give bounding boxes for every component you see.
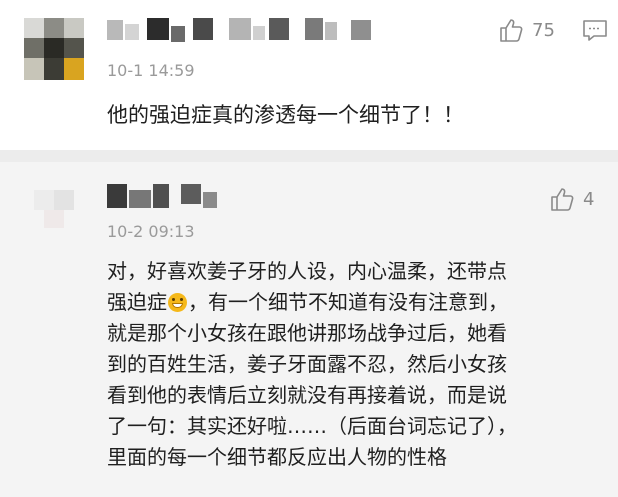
thumbs-up-icon bbox=[551, 188, 574, 211]
reply-button[interactable] bbox=[582, 19, 608, 47]
like-button[interactable]: 4 bbox=[549, 186, 594, 212]
comment-timestamp: 10-2 09:13 bbox=[107, 222, 195, 241]
comment-line: 看到他的表情后立刻就没有再接着说，而是说 bbox=[107, 383, 507, 407]
divider bbox=[0, 150, 618, 162]
thumbs-up-icon bbox=[500, 19, 523, 42]
comment-line: 了一句：其实还好啦……（后面台词忘记了）， bbox=[107, 414, 517, 438]
comment-line: 对，好喜欢姜子牙的人设，内心温柔，还带点 bbox=[107, 259, 507, 283]
avatar[interactable] bbox=[24, 18, 84, 80]
username[interactable] bbox=[107, 184, 227, 214]
grin-emoji-icon bbox=[168, 293, 187, 312]
avatar[interactable] bbox=[24, 176, 84, 236]
comment-line: 他的强迫症真的渗透每一个细节了！！ bbox=[107, 103, 464, 127]
comment-line: 强迫症 ，有一个细节不知道有没有注意到， bbox=[107, 287, 602, 318]
username[interactable] bbox=[107, 18, 387, 44]
comment-timestamp: 10-1 14:59 bbox=[107, 61, 195, 80]
comment-line: 到的百姓生活，姜子牙面露不忍，然后小女孩 bbox=[107, 352, 507, 376]
like-count: 4 bbox=[583, 188, 595, 210]
comment-text: 他的强迫症真的渗透每一个细节了！！ bbox=[107, 100, 587, 131]
like-count: 75 bbox=[532, 19, 555, 41]
comment-item-1: 10-1 14:59 75 他的强迫症真的渗透每一个细节了！！ bbox=[0, 0, 618, 150]
comment-icon bbox=[583, 20, 607, 41]
comment-line: 就是那个小女孩在跟他讲那场战争过后，她看 bbox=[107, 321, 507, 345]
comment-line-part: ，有一个细节不知道有没有注意到， bbox=[188, 290, 508, 314]
like-button[interactable]: 75 bbox=[498, 17, 555, 43]
comment-line: 里面的每一个细节都反应出人物的性格 bbox=[107, 445, 447, 469]
comment-text: 对，好喜欢姜子牙的人设，内心温柔，还带点 强迫症 ，有一个细节不知道有没有注意到，… bbox=[107, 256, 602, 473]
comment-line-part: 强迫症 bbox=[107, 290, 167, 314]
